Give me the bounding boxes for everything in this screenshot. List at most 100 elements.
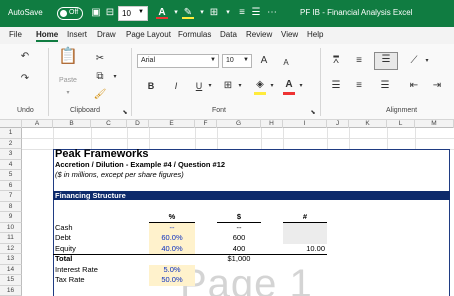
chevron-down-icon[interactable]: ▾ [170,7,182,19]
equity-dollar[interactable]: 400 [217,244,261,255]
row-header[interactable]: 14 [0,264,22,275]
column-header[interactable]: I [283,120,327,128]
debt-pct-input[interactable]: 60.0% [149,233,195,244]
font-color-icon[interactable]: A [283,78,295,95]
chevron-down-icon[interactable]: ▾ [297,79,305,93]
column-header[interactable]: K [349,120,387,128]
row-header[interactable]: 12 [0,243,22,254]
italic-button[interactable]: I [170,79,182,93]
quick-font-size[interactable]: 10 ▼ [118,6,148,21]
equity-pct-input[interactable]: 40.0% [149,243,195,254]
increase-indent-icon[interactable]: ⇥ [430,79,444,93]
quick-access-icon[interactable]: ⊟ [104,7,116,19]
chevron-down-icon[interactable]: ▾ [63,86,73,100]
row-header[interactable]: 16 [0,285,22,296]
align-right-icon[interactable]: ☰ [378,79,392,93]
column-header[interactable]: C [91,120,127,128]
column-header[interactable]: J [327,120,349,128]
align-left-icon[interactable]: ☰ [329,79,343,93]
font-size-dropdown[interactable]: 10 ▼ [222,54,252,68]
column-header[interactable]: H [261,120,283,128]
row-header[interactable]: 4 [0,159,22,170]
cash-label[interactable]: Cash [55,223,73,234]
equity-hash[interactable]: 10.00 [283,244,327,255]
highlight-icon[interactable]: ✎ [182,7,194,19]
chevron-down-icon[interactable]: ▾ [423,54,431,68]
align-center-icon[interactable]: ≡ [352,79,366,93]
grow-font-icon[interactable]: A [258,54,270,68]
column-header[interactable]: B [53,120,91,128]
format-painter-icon[interactable]: 🖌 [93,88,107,102]
tab-page-layout[interactable]: Page Layout [126,30,171,39]
row-header[interactable]: 6 [0,180,22,191]
interest-input[interactable]: 5.0% [149,264,195,275]
row-header[interactable]: 1 [0,128,22,139]
shaded-cell[interactable] [283,222,327,244]
orientation-icon[interactable]: ⟋ [407,54,421,68]
align-left-icon[interactable]: ☰ [250,7,262,19]
debt-dollar[interactable]: 600 [217,233,261,244]
cut-icon[interactable]: ✂ [93,52,107,66]
bold-button[interactable]: B [145,79,157,93]
row-header[interactable]: 15 [0,275,22,286]
interest-label[interactable]: Interest Rate [55,265,98,276]
tab-view[interactable]: View [281,30,298,39]
decrease-indent-icon[interactable]: ⇤ [407,79,421,93]
tax-label[interactable]: Tax Rate [55,275,85,286]
total-label[interactable]: Total [55,254,72,265]
more-commands-icon[interactable]: ⋯ [266,7,278,19]
cash-dollar[interactable]: -- [217,223,261,234]
cash-pct-input[interactable]: -- [149,222,195,233]
shrink-font-icon[interactable]: A [280,56,292,70]
equity-label[interactable]: Equity [55,244,76,255]
tab-formulas[interactable]: Formulas [178,30,211,39]
borders-icon[interactable]: ⊞ [208,7,220,19]
column-header[interactable]: E [149,120,195,128]
tab-file[interactable]: File [9,30,22,39]
row-header[interactable]: 2 [0,138,22,149]
align-top-icon[interactable]: ⩞ [329,54,343,68]
row-header[interactable]: 7 [0,191,22,202]
undo-icon[interactable]: ↶ [17,50,33,64]
worksheet-grid[interactable]: 1 2 3 4 5 6 7 8 9 10 11 12 13 14 15 16 P… [0,128,454,296]
units-note[interactable]: ($ in millions, except per share figures… [55,170,184,181]
company-title[interactable]: Peak Frameworks [55,148,149,160]
tab-review[interactable]: Review [246,30,272,39]
chevron-down-icon[interactable]: ▾ [196,7,208,19]
tax-input[interactable]: 50.0% [149,275,195,286]
row-header[interactable]: 10 [0,222,22,233]
font-color-icon[interactable]: A [156,7,168,19]
column-header[interactable]: M [415,120,454,128]
row-header[interactable]: 3 [0,149,22,160]
dialog-launcher-icon[interactable]: ⬊ [121,106,129,120]
total-dollar[interactable]: $1,000 [217,254,261,265]
paste-icon[interactable]: 📋 [58,49,78,65]
tab-draw[interactable]: Draw [97,30,116,39]
row-header[interactable]: 5 [0,170,22,181]
borders-icon[interactable]: ⊞ [221,79,235,93]
model-subtitle[interactable]: Accretion / Dilution - Example #4 / Ques… [55,160,225,171]
chevron-down-icon[interactable]: ▾ [206,79,214,93]
chevron-down-icon[interactable]: ▾ [110,70,120,84]
underline-button[interactable]: U [193,79,205,93]
redo-icon[interactable]: ↷ [17,72,33,86]
dialog-launcher-icon[interactable]: ⬊ [309,106,317,120]
debt-label[interactable]: Debt [55,233,71,244]
section-header[interactable]: Financing Structure [53,191,450,200]
fill-color-icon[interactable]: ◈ [254,78,266,95]
tab-insert[interactable]: Insert [67,30,87,39]
column-header[interactable]: F [195,120,217,128]
align-middle-icon[interactable]: ≡ [352,54,366,68]
save-icon[interactable]: ▣ [90,7,102,19]
font-name-dropdown[interactable]: Arial ▼ [137,54,219,68]
chevron-down-icon[interactable]: ▾ [268,79,276,93]
column-header[interactable]: D [127,120,149,128]
column-header[interactable]: L [387,120,415,128]
tab-data[interactable]: Data [220,30,237,39]
copy-icon[interactable]: ⧉ [93,70,107,84]
row-header[interactable]: 11 [0,233,22,244]
row-header[interactable]: 13 [0,254,22,265]
row-header[interactable]: 8 [0,201,22,212]
column-header[interactable]: A [22,120,53,128]
tab-help[interactable]: Help [307,30,323,39]
